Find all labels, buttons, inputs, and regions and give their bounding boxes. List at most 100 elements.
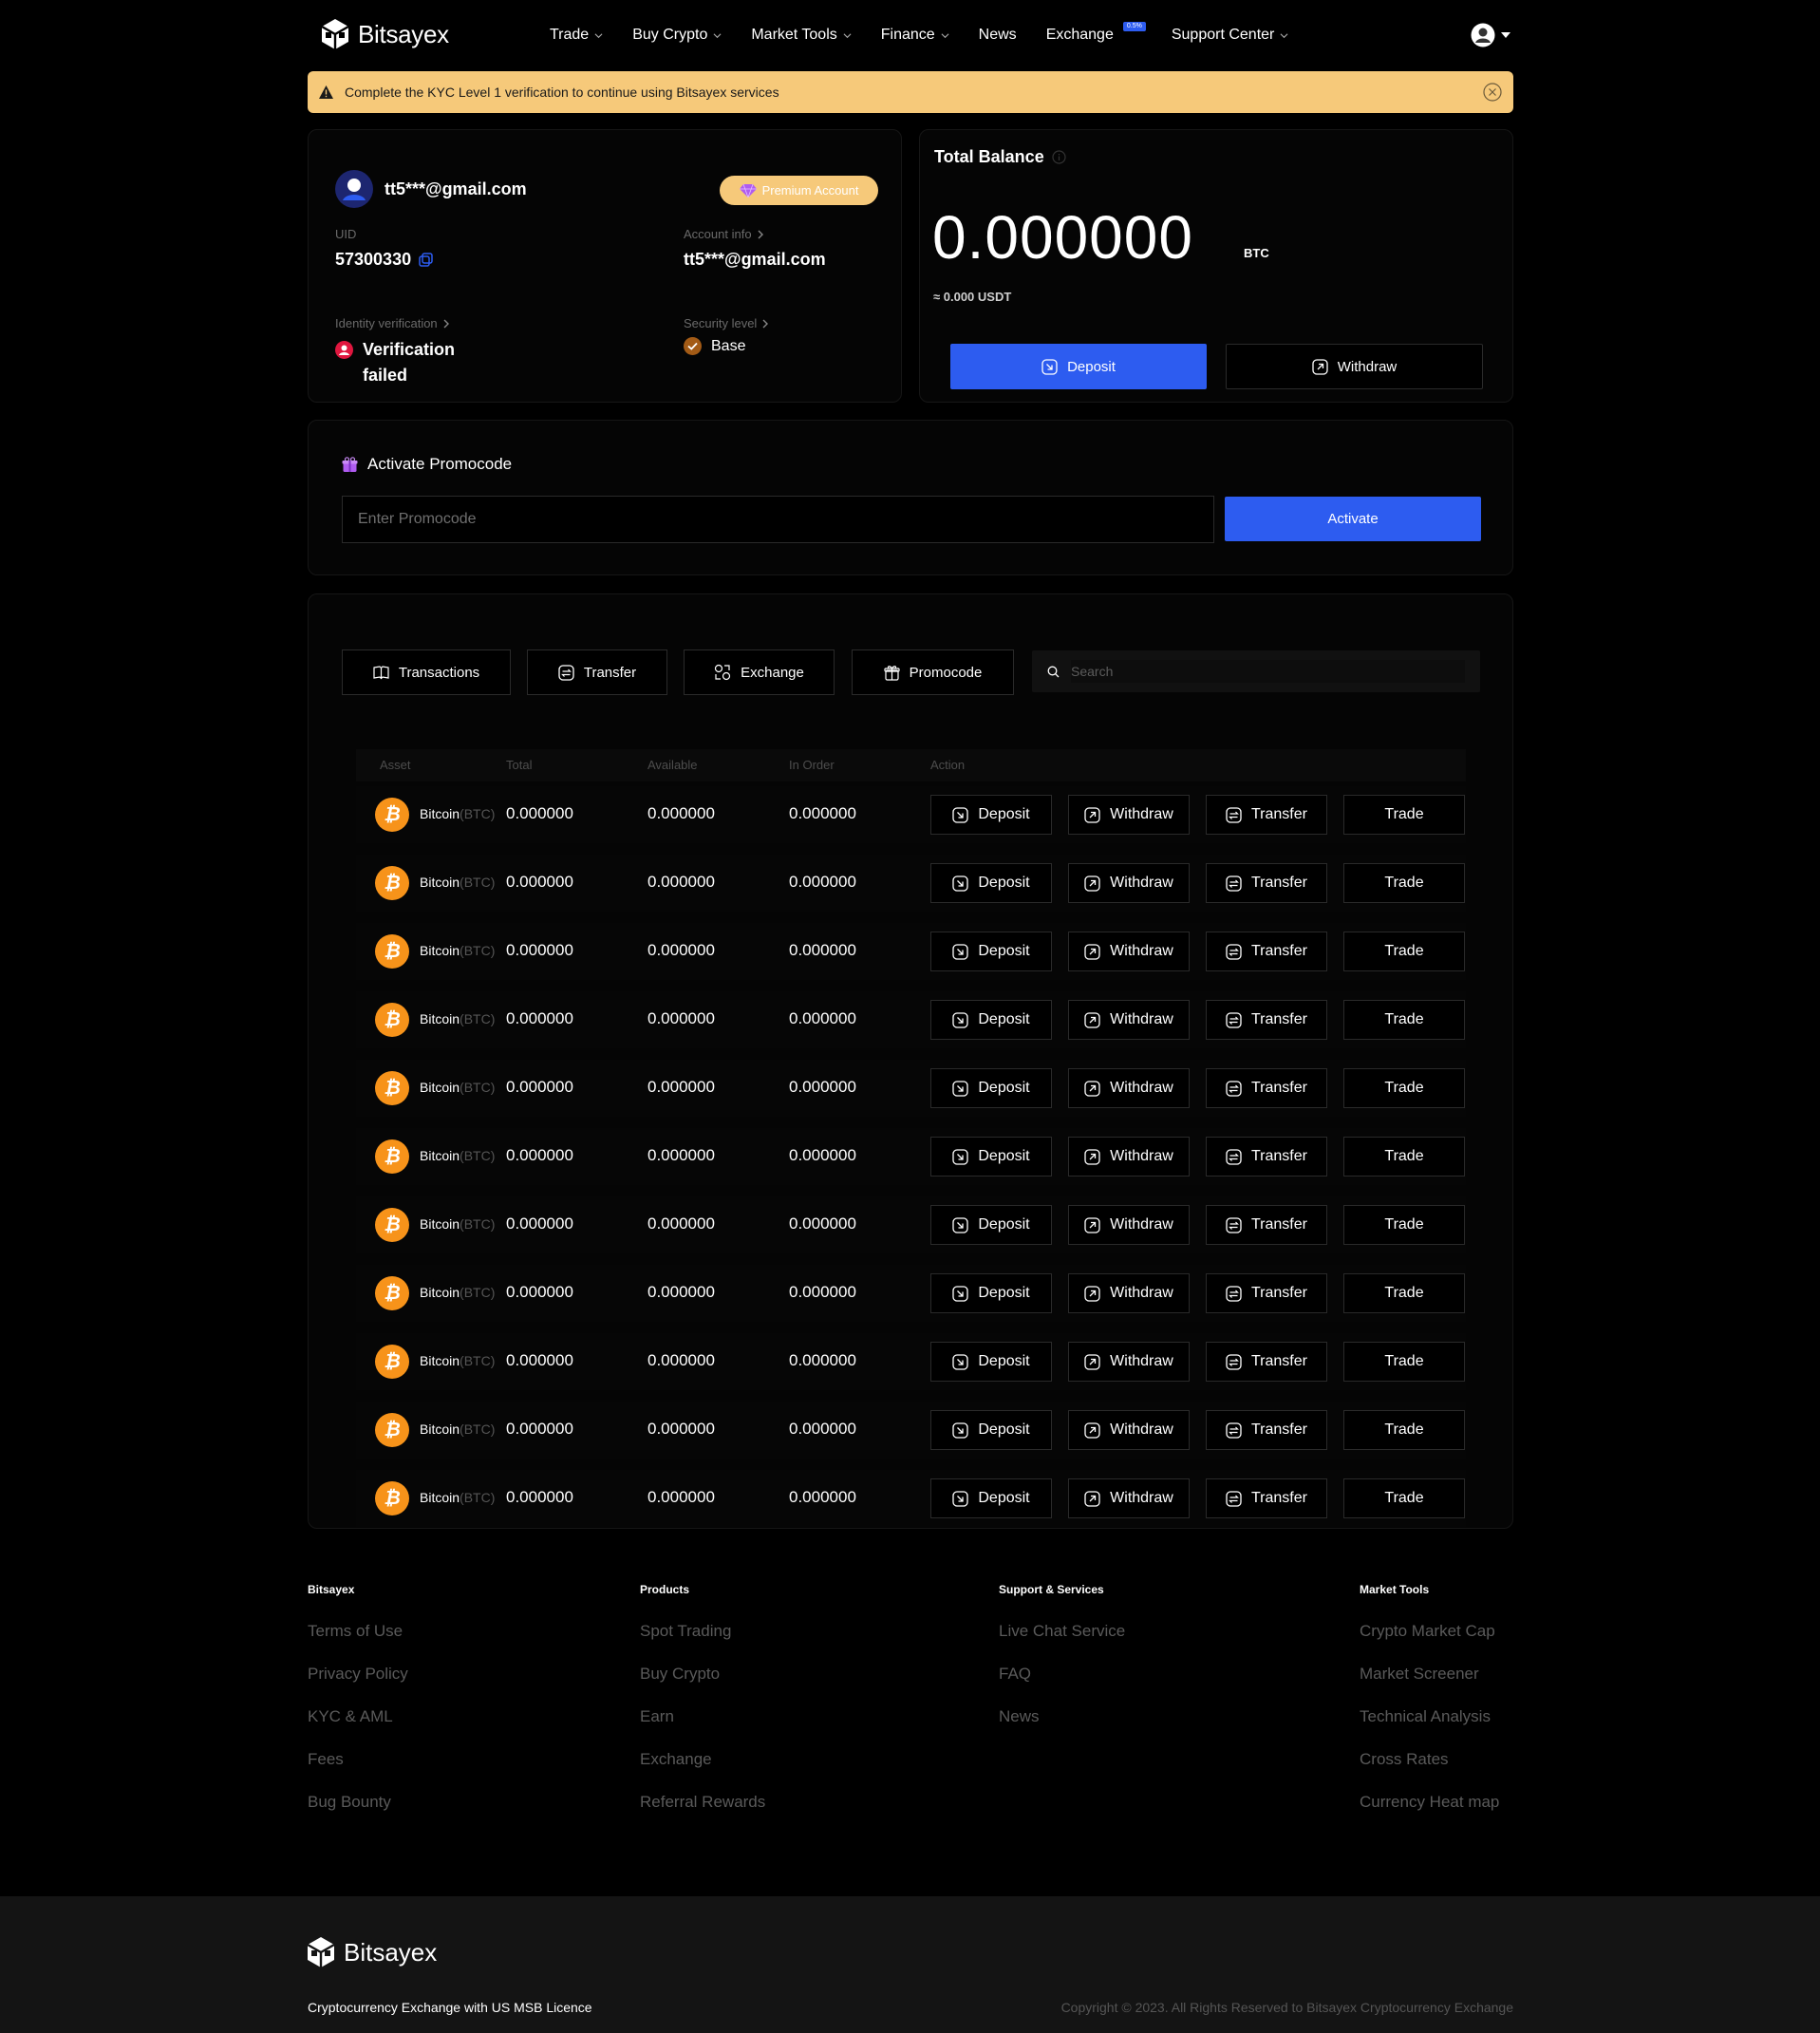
row-deposit-button[interactable]: Deposit: [930, 1410, 1052, 1450]
row-withdraw-button[interactable]: Withdraw: [1068, 932, 1190, 971]
row-withdraw-button[interactable]: Withdraw: [1068, 1410, 1190, 1450]
row-withdraw-button[interactable]: Withdraw: [1068, 1342, 1190, 1382]
footer-link-live-chat[interactable]: Live Chat Service: [999, 1622, 1125, 1665]
row-transfer-button[interactable]: Transfer: [1206, 1137, 1327, 1177]
row-trade-button[interactable]: Trade: [1343, 1478, 1465, 1518]
row-trade-button[interactable]: Trade: [1343, 1068, 1465, 1108]
nav-market-tools[interactable]: Market Tools: [751, 27, 852, 44]
tab-exchange[interactable]: Exchange: [684, 649, 835, 695]
deposit-button-label: Deposit: [1067, 358, 1116, 375]
row-trade-button[interactable]: Trade: [1343, 1000, 1465, 1040]
identity-verification-link[interactable]: Identity verification: [335, 316, 450, 330]
brand-logo[interactable]: Bitsayex: [320, 18, 449, 50]
footer-link-privacy[interactable]: Privacy Policy: [308, 1665, 408, 1707]
deposit-icon: [952, 1011, 969, 1028]
footer-link-market-cap[interactable]: Crypto Market Cap: [1360, 1622, 1499, 1665]
asset-in-order: 0.000000: [789, 1009, 856, 1027]
row-withdraw-button[interactable]: Withdraw: [1068, 1478, 1190, 1518]
row-transfer-button[interactable]: Transfer: [1206, 1068, 1327, 1108]
security-level-link[interactable]: Security level: [684, 316, 769, 330]
promocode-input[interactable]: [342, 496, 1214, 543]
nav-buy-crypto[interactable]: Buy Crypto: [632, 27, 722, 44]
withdraw-button[interactable]: Withdraw: [1226, 344, 1483, 389]
copy-icon[interactable]: [419, 253, 433, 267]
footer-link-heat-map[interactable]: Currency Heat map: [1360, 1793, 1499, 1835]
row-deposit-button[interactable]: Deposit: [930, 1205, 1052, 1245]
row-transfer-button[interactable]: Transfer: [1206, 1273, 1327, 1313]
row-transfer-button[interactable]: Transfer: [1206, 1205, 1327, 1245]
row-transfer-button[interactable]: Transfer: [1206, 795, 1327, 835]
nav-support-center[interactable]: Support Center: [1172, 27, 1289, 44]
row-trade-button[interactable]: Trade: [1343, 1410, 1465, 1450]
row-withdraw-button[interactable]: Withdraw: [1068, 795, 1190, 835]
uid-number: 57300330: [335, 250, 412, 269]
row-trade-button[interactable]: Trade: [1343, 795, 1465, 835]
footer-link-faq[interactable]: FAQ: [999, 1665, 1125, 1707]
nav-exchange[interactable]: Exchange 0.5%: [1045, 22, 1146, 44]
footer-link-spot-trading[interactable]: Spot Trading: [640, 1622, 765, 1665]
footer-link-fees[interactable]: Fees: [308, 1750, 408, 1793]
info-icon[interactable]: [1052, 150, 1066, 164]
footer-link-exchange[interactable]: Exchange: [640, 1750, 765, 1793]
row-trade-button[interactable]: Trade: [1343, 1273, 1465, 1313]
deposit-button[interactable]: Deposit: [950, 344, 1207, 389]
row-withdraw-button[interactable]: Withdraw: [1068, 1068, 1190, 1108]
footer-link-news[interactable]: News: [999, 1707, 1125, 1750]
nav-finance[interactable]: Finance: [881, 27, 949, 44]
footer-col-title: Support & Services: [999, 1583, 1104, 1596]
tab-transactions[interactable]: Transactions: [342, 649, 511, 695]
asset-search-input[interactable]: [1071, 660, 1465, 683]
row-deposit-button[interactable]: Deposit: [930, 795, 1052, 835]
footer-link-cross-rates[interactable]: Cross Rates: [1360, 1750, 1499, 1793]
row-deposit-button[interactable]: Deposit: [930, 932, 1052, 971]
footer-link-kyc-aml[interactable]: KYC & AML: [308, 1707, 408, 1750]
footer-link-terms[interactable]: Terms of Use: [308, 1622, 408, 1665]
row-deposit-button[interactable]: Deposit: [930, 1342, 1052, 1382]
row-trade-button[interactable]: Trade: [1343, 1137, 1465, 1177]
row-trade-button[interactable]: Trade: [1343, 1342, 1465, 1382]
row-withdraw-button[interactable]: Withdraw: [1068, 1205, 1190, 1245]
account-info-link[interactable]: Account info: [684, 227, 764, 241]
row-transfer-button[interactable]: Transfer: [1206, 1478, 1327, 1518]
close-icon[interactable]: [1483, 83, 1502, 102]
table-row: ₿ Bitcoin(BTC) 0.000000 0.000000 0.000000 Dep…: [356, 1196, 1466, 1253]
row-deposit-button[interactable]: Deposit: [930, 1000, 1052, 1040]
footer-brand-logo[interactable]: Bitsayex: [306, 1936, 437, 1968]
activate-button[interactable]: Activate: [1225, 497, 1481, 541]
row-transfer-button[interactable]: Transfer: [1206, 1000, 1327, 1040]
row-action-label: Deposit: [978, 943, 1030, 959]
row-transfer-button[interactable]: Transfer: [1206, 1342, 1327, 1382]
row-trade-button[interactable]: Trade: [1343, 1205, 1465, 1245]
row-deposit-button[interactable]: Deposit: [930, 863, 1052, 903]
tab-promocode[interactable]: Promocode: [852, 649, 1014, 695]
user-menu[interactable]: [1471, 23, 1510, 47]
row-deposit-button[interactable]: Deposit: [930, 1137, 1052, 1177]
asset-in-order: 0.000000: [789, 873, 856, 891]
footer-link-bug-bounty[interactable]: Bug Bounty: [308, 1793, 408, 1835]
col-in-order: In Order: [789, 758, 835, 772]
row-transfer-button[interactable]: Transfer: [1206, 863, 1327, 903]
row-deposit-button[interactable]: Deposit: [930, 1478, 1052, 1518]
footer-link-technical-analysis[interactable]: Technical Analysis: [1360, 1707, 1499, 1750]
nav-trade[interactable]: Trade: [550, 27, 603, 44]
row-action-label: Trade: [1384, 875, 1424, 891]
row-transfer-button[interactable]: Transfer: [1206, 1410, 1327, 1450]
row-withdraw-button[interactable]: Withdraw: [1068, 1000, 1190, 1040]
row-trade-button[interactable]: Trade: [1343, 932, 1465, 971]
tab-transfer[interactable]: Transfer: [527, 649, 667, 695]
footer-link-market-screener[interactable]: Market Screener: [1360, 1665, 1499, 1707]
row-deposit-button[interactable]: Deposit: [930, 1273, 1052, 1313]
nav-news[interactable]: News: [979, 27, 1017, 44]
row-transfer-button[interactable]: Transfer: [1206, 932, 1327, 971]
table-row: ₿ Bitcoin(BTC) 0.000000 0.000000 0.000000 Dep…: [356, 786, 1466, 843]
row-withdraw-button[interactable]: Withdraw: [1068, 1273, 1190, 1313]
table-row: ₿ Bitcoin(BTC) 0.000000 0.000000 0.000000 Dep…: [356, 1060, 1466, 1117]
row-deposit-button[interactable]: Deposit: [930, 1068, 1052, 1108]
footer-link-buy-crypto[interactable]: Buy Crypto: [640, 1665, 765, 1707]
row-trade-button[interactable]: Trade: [1343, 863, 1465, 903]
footer-link-referral[interactable]: Referral Rewards: [640, 1793, 765, 1835]
footer-link-earn[interactable]: Earn: [640, 1707, 765, 1750]
row-withdraw-button[interactable]: Withdraw: [1068, 863, 1190, 903]
row-withdraw-button[interactable]: Withdraw: [1068, 1137, 1190, 1177]
nav-exchange-label: Exchange: [1045, 27, 1114, 43]
